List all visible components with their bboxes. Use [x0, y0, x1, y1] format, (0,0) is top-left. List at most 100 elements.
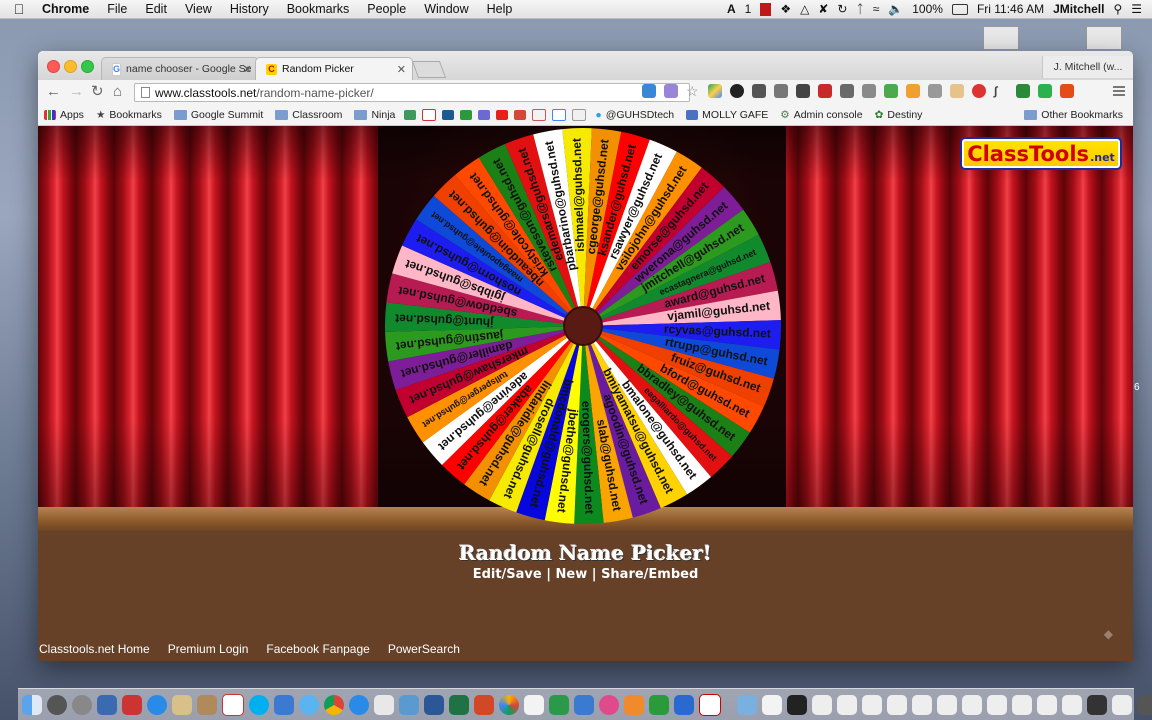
menu-app-name[interactable]: Chrome [38, 2, 98, 16]
grid-app-icon[interactable] [374, 694, 394, 715]
reload-icon[interactable]: ↻ [91, 84, 104, 100]
extension-red-icon[interactable] [818, 84, 832, 98]
wifi-icon[interactable]: ≈ [873, 2, 880, 16]
bookmark-sites[interactable] [475, 110, 493, 120]
menu-window[interactable]: Window [415, 2, 477, 16]
chrome-icon[interactable] [324, 694, 344, 715]
user-name[interactable]: JMitchell [1053, 2, 1104, 16]
extension-green-icon[interactable] [884, 84, 898, 98]
textedit-icon[interactable] [524, 694, 544, 715]
bluetooth-icon[interactable]: ᛏ [856, 2, 863, 16]
footer-link-facebook[interactable]: Facebook Fanpage [266, 642, 369, 656]
battery-icon[interactable] [951, 3, 968, 15]
minimized-window-icon[interactable] [1037, 694, 1057, 715]
battery-percent[interactable]: 100% [912, 2, 943, 16]
terminal-icon[interactable] [787, 694, 807, 715]
minimize-window-button[interactable] [64, 60, 77, 73]
bookmark-drive[interactable] [401, 110, 419, 120]
new-tab-button[interactable] [411, 61, 447, 78]
extension-orange-icon[interactable] [906, 84, 920, 98]
search-icon[interactable]: ⚲ [1113, 2, 1122, 16]
launchpad-icon[interactable] [47, 694, 67, 715]
new-link[interactable]: New [556, 567, 588, 582]
excel-icon[interactable] [449, 694, 469, 715]
text-input-icon[interactable]: A [727, 2, 736, 16]
extension-new-icon[interactable] [1016, 84, 1030, 98]
menu-people[interactable]: People [358, 2, 415, 16]
tab-name-chooser[interactable]: G name chooser - Google Se ✕ [101, 57, 259, 80]
address-bar[interactable]: www.classtools.net/random-name-picker/ [134, 83, 690, 102]
minimized-window-icon[interactable] [1087, 694, 1107, 715]
minimized-window-icon[interactable] [1062, 694, 1082, 715]
notification-center-icon[interactable]: ☰ [1131, 2, 1142, 16]
footer-link-powersearch[interactable]: PowerSearch [388, 642, 460, 656]
wheel-hub[interactable] [563, 306, 603, 346]
minimized-window-icon[interactable] [862, 694, 882, 715]
home-icon[interactable]: ⌂ [113, 84, 122, 100]
screen-icon[interactable] [97, 694, 117, 715]
profile-button[interactable]: J. Mitchell (w... [1042, 56, 1133, 78]
bookmark-ninja[interactable]: Ninja [348, 109, 401, 121]
minimized-window-icon[interactable] [837, 694, 857, 715]
bookmark-bookmarks[interactable]: ★ Bookmarks [90, 109, 168, 121]
extension-tab-icon[interactable] [840, 84, 854, 98]
minimized-window-icon[interactable] [887, 694, 907, 715]
edit-save-link[interactable]: Edit/Save [473, 567, 542, 582]
bookmark-gmail[interactable] [419, 109, 439, 121]
name-wheel[interactable]: ishmael@guhsd.netcgeorge@guhsd.netksande… [383, 126, 783, 526]
menu-file[interactable]: File [98, 2, 136, 16]
keynote-icon[interactable] [574, 694, 594, 715]
extension-block-icon[interactable] [972, 84, 986, 98]
apple-menu-icon[interactable]:  [0, 1, 38, 17]
screencast-app-icon[interactable] [674, 694, 694, 715]
bookmark-c[interactable] [457, 110, 475, 120]
messages-icon[interactable] [299, 694, 319, 715]
acrobat-icon[interactable] [699, 693, 721, 716]
extension-tw-icon[interactable] [664, 84, 678, 98]
cast-icon[interactable] [642, 84, 656, 98]
bookmark-linkedin[interactable] [439, 110, 457, 120]
minimized-window-icon[interactable] [1112, 694, 1132, 715]
folder-icon[interactable] [737, 694, 757, 715]
bookmark-youtube[interactable] [493, 110, 511, 120]
bookmark-molly-gafe[interactable]: MOLLY GAFE [680, 109, 774, 121]
numbers-icon[interactable] [549, 694, 569, 715]
bookmark-other[interactable]: Other Bookmarks [1018, 109, 1133, 121]
bookmark-destiny[interactable]: ✿ Destiny [869, 109, 929, 121]
zoom-window-button[interactable] [81, 60, 94, 73]
bookmark-star-icon[interactable]: ☆ [686, 84, 700, 98]
minimized-window-icon[interactable] [812, 694, 832, 715]
skype-icon[interactable] [249, 694, 269, 715]
minimized-window-icon[interactable] [912, 694, 932, 715]
menu-help[interactable]: Help [478, 2, 522, 16]
photos-icon[interactable] [499, 694, 519, 715]
minimized-window-icon[interactable] [1012, 694, 1032, 715]
finder-icon[interactable] [22, 694, 42, 715]
pen-icon[interactable] [274, 694, 294, 715]
extension-flag-icon[interactable] [796, 84, 810, 98]
photo-booth-icon[interactable] [122, 694, 142, 715]
extension-voice-icon[interactable] [862, 84, 876, 98]
menu-edit[interactable]: Edit [136, 2, 176, 16]
powerpoint-icon[interactable] [474, 694, 494, 715]
time-machine-icon[interactable]: ↻ [837, 2, 847, 16]
minimized-window-icon[interactable] [987, 694, 1007, 715]
close-tab-icon[interactable]: ✕ [243, 63, 252, 76]
bookmark-apps[interactable]: Apps [38, 109, 90, 121]
menu-history[interactable]: History [221, 2, 278, 16]
desktop-file-icon[interactable] [1086, 26, 1122, 50]
extension-arrow-icon[interactable] [774, 84, 788, 98]
close-window-button[interactable] [47, 60, 60, 73]
document-icon[interactable] [762, 694, 782, 715]
extension-tools-icon[interactable] [928, 84, 942, 98]
classtools-logo[interactable]: ClassTools .net [960, 137, 1122, 170]
app-store-icon[interactable] [147, 694, 167, 715]
bookmark-google[interactable] [549, 109, 569, 121]
minimized-window-icon[interactable] [937, 694, 957, 715]
forward-icon[interactable]: → [69, 84, 84, 100]
close-tab-icon[interactable]: ✕ [397, 63, 406, 76]
screencast-icon[interactable] [730, 84, 744, 98]
bookmark-doc[interactable] [569, 109, 589, 121]
share-embed-link[interactable]: Share/Embed [601, 567, 698, 582]
minimized-window-icon[interactable] [962, 694, 982, 715]
